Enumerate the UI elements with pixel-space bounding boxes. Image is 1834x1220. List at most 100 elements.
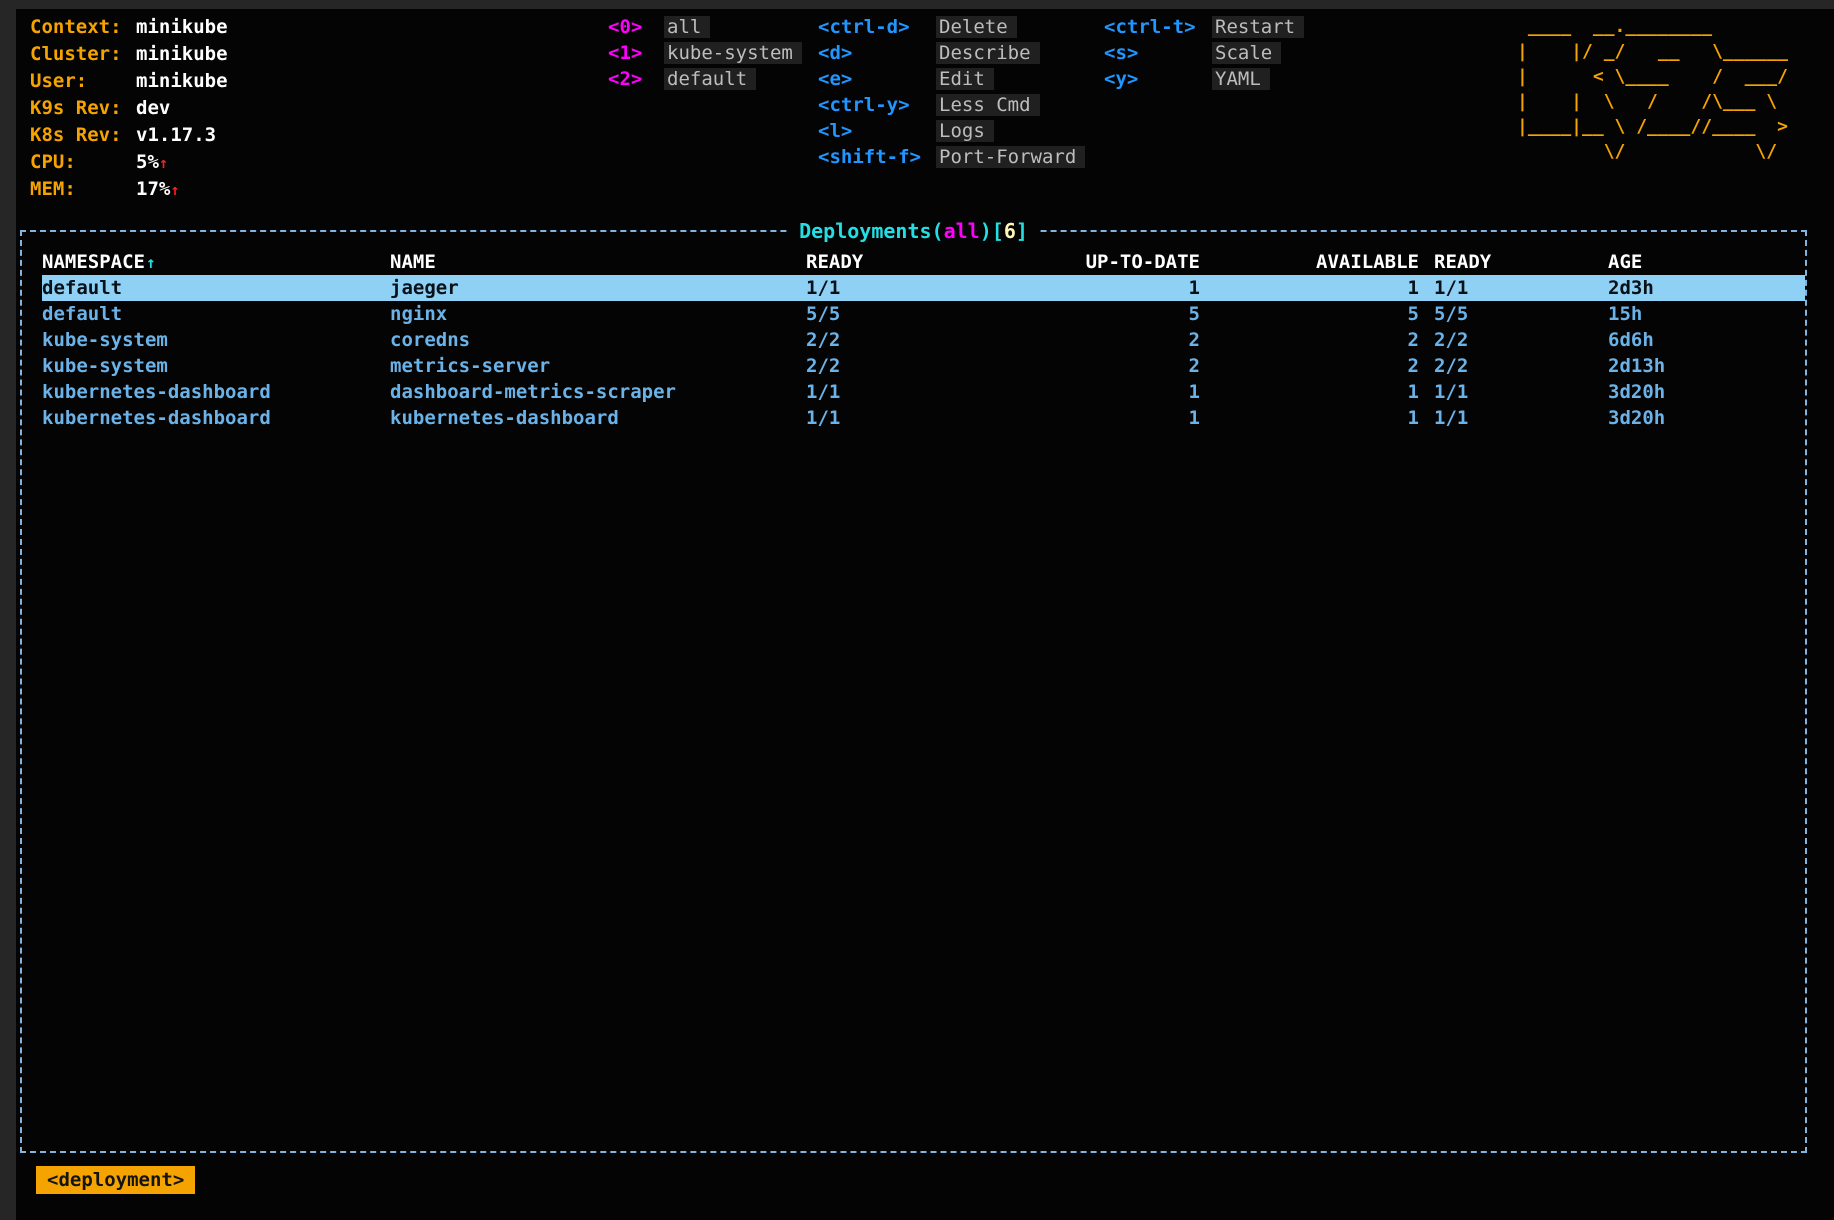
namespace-hotkey-item[interactable]: <0>all: [608, 14, 802, 40]
action-hotkey-item[interactable]: <e>Edit: [818, 66, 1085, 92]
hotkey-label: Delete: [936, 16, 1017, 38]
table-row[interactable]: kubernetes-dashboard dashboard-metrics-s…: [42, 379, 1805, 405]
col-header-name[interactable]: NAME: [390, 249, 806, 276]
hotkey-label: Restart: [1212, 16, 1304, 38]
cell-namespace: kubernetes-dashboard: [42, 405, 390, 431]
panel-title: Deployments(all)[6]: [789, 217, 1038, 245]
hotkey-key: <l>: [818, 118, 936, 144]
action-hotkey-item[interactable]: <d>Describe: [818, 40, 1085, 66]
cluster-info-row: Context:minikube: [30, 14, 228, 41]
action-hotkey-item[interactable]: <ctrl-y>Less Cmd: [818, 92, 1085, 118]
panel-title-scope: all: [944, 219, 980, 243]
panel-title-count: 6: [1004, 219, 1016, 243]
cell-ready2: 2/2: [1419, 353, 1593, 379]
col-header-available[interactable]: AVAILABLE: [1200, 249, 1419, 276]
cell-up-to-date: 5: [1006, 301, 1200, 327]
cluster-info-row: K9s Rev:dev: [30, 95, 228, 122]
col-header-namespace-label: NAMESPACE: [42, 251, 145, 273]
action-hotkey-item[interactable]: <shift-f>Port-Forward: [818, 144, 1085, 170]
table-body: default jaeger 1/1 1 1 1/1 2d3h default …: [22, 275, 1805, 431]
hotkey-label: YAML: [1212, 68, 1270, 90]
deployments-panel: Deployments(all)[6] NAMESPACE↑ NAME READ…: [20, 230, 1807, 1153]
cell-available: 1: [1200, 405, 1419, 431]
cell-up-to-date: 1: [1006, 275, 1200, 301]
table-row[interactable]: kube-system coredns 2/2 2 2 2/2 6d6h: [42, 327, 1805, 353]
cell-namespace: default: [42, 301, 390, 327]
cluster-info: Context:minikube Cluster:minikube User:m…: [30, 14, 228, 203]
hotkey-key: <shift-f>: [818, 144, 936, 170]
hotkey-label: Scale: [1212, 42, 1281, 64]
table-row[interactable]: default jaeger 1/1 1 1 1/1 2d3h: [42, 275, 1805, 301]
cell-namespace: kube-system: [42, 327, 390, 353]
cell-name: coredns: [390, 327, 806, 353]
cluster-info-row: K8s Rev:v1.17.3: [30, 122, 228, 149]
cluster-info-label: K8s Rev:: [30, 122, 136, 148]
cluster-info-value: v1.17.3: [136, 124, 216, 146]
hotkey-key: <ctrl-y>: [818, 92, 936, 118]
hotkey-key: <2>: [608, 66, 664, 92]
panel-title-paren: ): [980, 219, 992, 243]
namespace-hotkey-item[interactable]: <1>kube-system: [608, 40, 802, 66]
hotkey-key: <ctrl-d>: [818, 14, 936, 40]
cell-ready: 2/2: [806, 327, 1006, 353]
table-row[interactable]: kube-system metrics-server 2/2 2 2 2/2 2…: [42, 353, 1805, 379]
hotkey-key: <ctrl-t>: [1104, 14, 1212, 40]
cell-ready2: 1/1: [1419, 275, 1593, 301]
trend-up-icon: ↑: [170, 181, 179, 199]
hotkey-key: <s>: [1104, 40, 1212, 66]
col-header-ready2[interactable]: READY: [1419, 249, 1593, 276]
table-row[interactable]: default nginx 5/5 5 5 5/5 15h: [42, 301, 1805, 327]
table-header: NAMESPACE↑ NAME READY UP-TO-DATE AVAILAB…: [42, 249, 1805, 275]
panel-title-bracket: ]: [1016, 219, 1028, 243]
hotkey-key: <1>: [608, 40, 664, 66]
hotkey-label: Edit: [936, 68, 994, 90]
trend-up-icon: ↑: [159, 154, 168, 172]
cell-age: 15h: [1593, 301, 1790, 327]
cell-name: kubernetes-dashboard: [390, 405, 806, 431]
namespace-hotkey-item[interactable]: <2>default: [608, 66, 802, 92]
cell-ready2: 1/1: [1419, 405, 1593, 431]
cell-ready: 2/2: [806, 353, 1006, 379]
action-hotkey-item[interactable]: <y>YAML: [1104, 66, 1304, 92]
k9s-logo-ascii: ____ __.________ | |/ _/ __ \______ | < …: [1517, 14, 1799, 164]
cluster-info-value: minikube: [136, 16, 228, 38]
action-hotkey-item[interactable]: <l>Logs: [818, 118, 1085, 144]
cluster-info-label: K9s Rev:: [30, 95, 136, 121]
action-hotkey-item[interactable]: <ctrl-d>Delete: [818, 14, 1085, 40]
cluster-info-value: 17%: [136, 178, 170, 200]
hotkey-key: <y>: [1104, 66, 1212, 92]
table-row[interactable]: kubernetes-dashboard kubernetes-dashboar…: [42, 405, 1805, 431]
panel-title-resource: Deployments: [799, 219, 931, 243]
hotkey-key: <0>: [608, 14, 664, 40]
cell-ready2: 1/1: [1419, 379, 1593, 405]
col-header-ready[interactable]: READY: [806, 249, 1006, 276]
hotkey-label: Less Cmd: [936, 94, 1040, 116]
cell-name: nginx: [390, 301, 806, 327]
cell-ready: 1/1: [806, 405, 1006, 431]
breadcrumb-deployment[interactable]: <deployment>: [36, 1166, 195, 1194]
cell-ready: 1/1: [806, 379, 1006, 405]
cell-age: 3d20h: [1593, 405, 1790, 431]
col-header-namespace[interactable]: NAMESPACE↑: [42, 249, 390, 276]
cell-ready2: 5/5: [1419, 301, 1593, 327]
action-hotkey-item[interactable]: <ctrl-t>Restart: [1104, 14, 1304, 40]
cell-age: 2d13h: [1593, 353, 1790, 379]
cluster-info-label: User:: [30, 68, 136, 94]
cell-ready: 1/1: [806, 275, 1006, 301]
cell-available: 1: [1200, 379, 1419, 405]
cell-age: 2d3h: [1593, 275, 1790, 301]
cell-namespace: kubernetes-dashboard: [42, 379, 390, 405]
cluster-info-value: 5%: [136, 151, 159, 173]
action-hotkey-item[interactable]: <s>Scale: [1104, 40, 1304, 66]
hotkey-label: default: [664, 68, 756, 90]
cell-age: 6d6h: [1593, 327, 1790, 353]
col-header-age[interactable]: AGE: [1593, 249, 1790, 276]
sort-asc-icon: ↑: [146, 253, 156, 272]
col-header-up-to-date[interactable]: UP-TO-DATE: [1006, 249, 1200, 276]
cluster-info-label: CPU:: [30, 149, 136, 175]
cluster-info-row: CPU:5%↑: [30, 149, 228, 176]
action-hotkeys-col2: <ctrl-t>Restart <s>Scale <y>YAML: [1104, 14, 1304, 92]
cell-ready2: 2/2: [1419, 327, 1593, 353]
panel-title-paren: (: [932, 219, 944, 243]
cell-available: 2: [1200, 353, 1419, 379]
